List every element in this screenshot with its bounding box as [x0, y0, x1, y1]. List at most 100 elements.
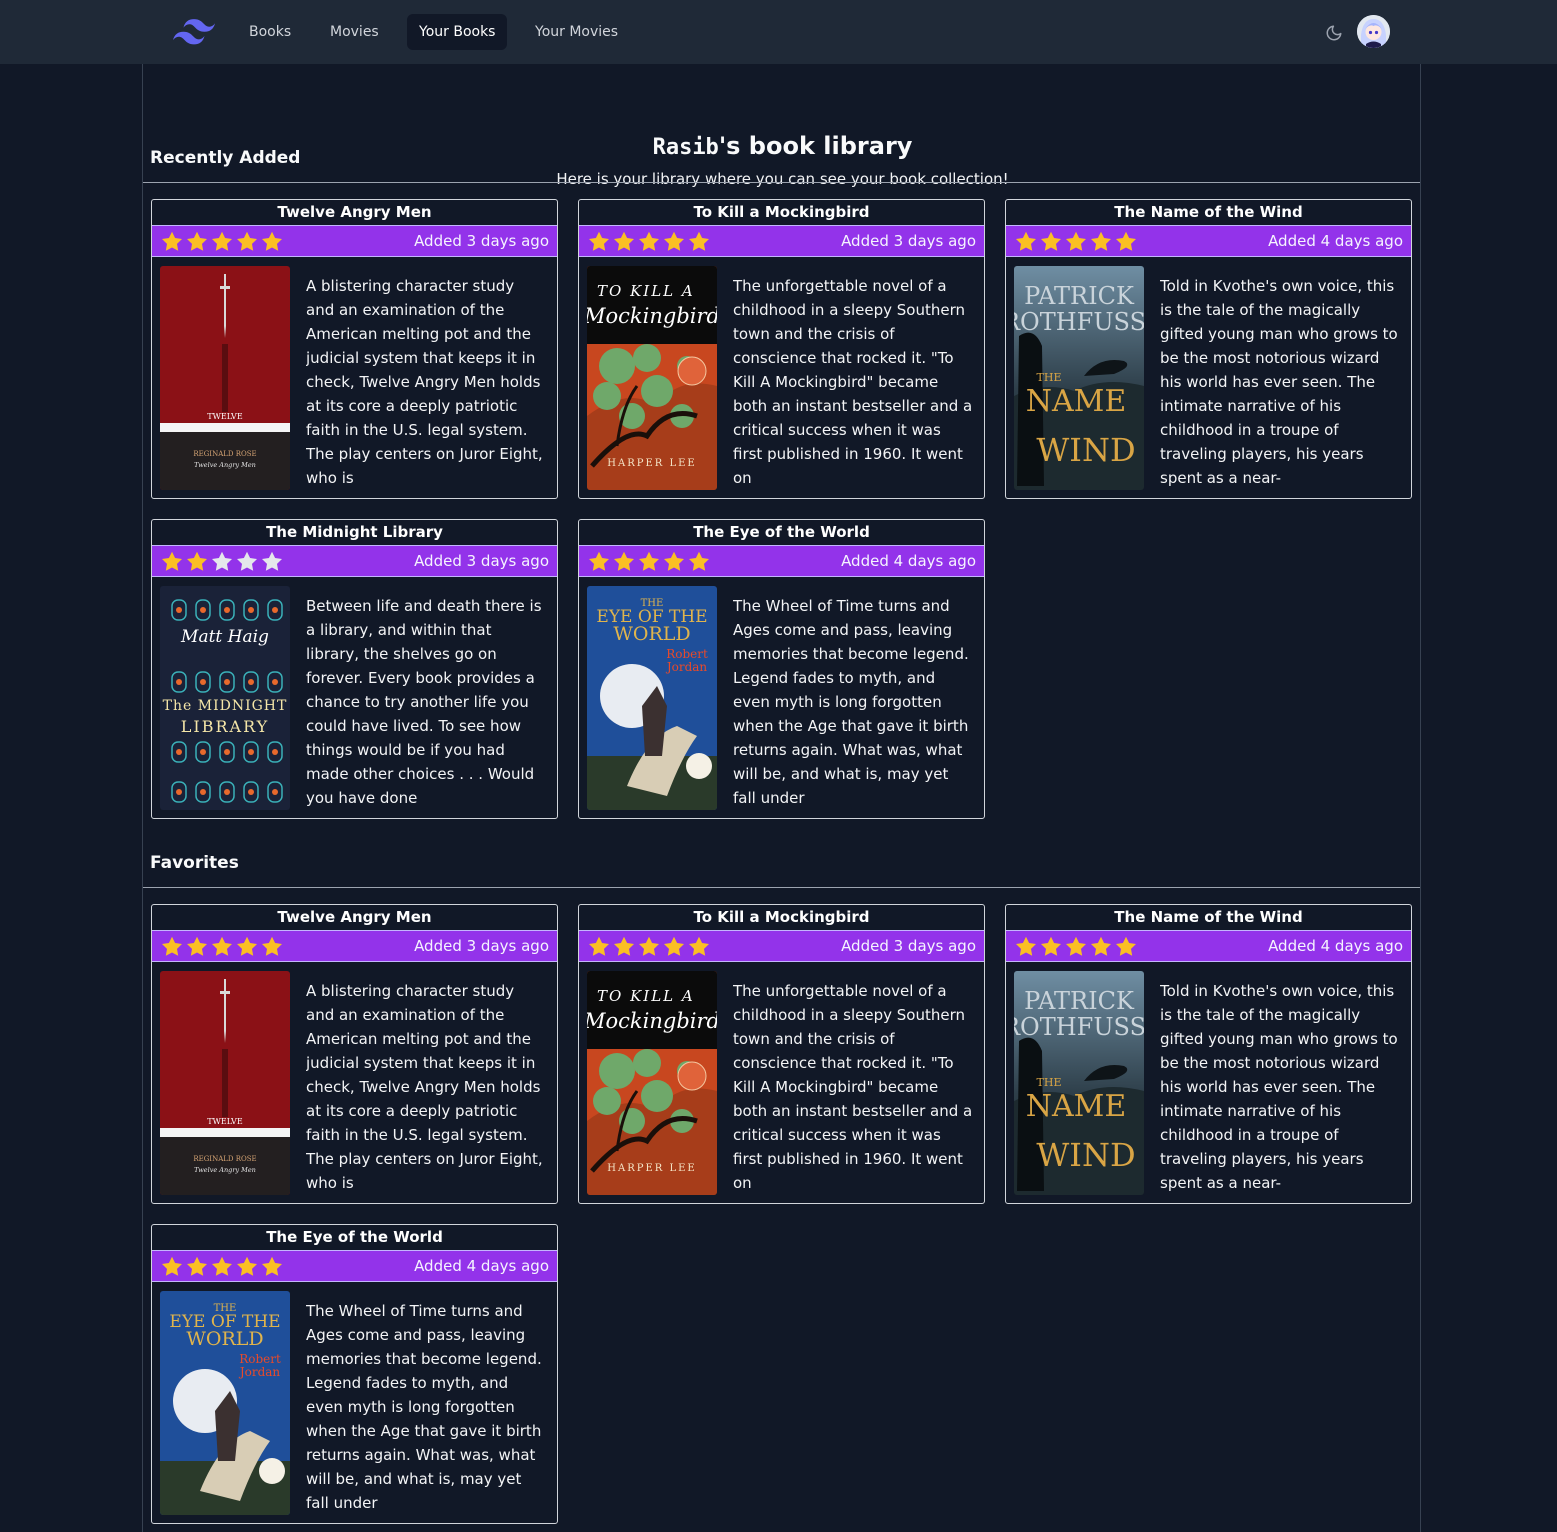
tailwind-logo-icon[interactable]: [173, 19, 215, 45]
nav-link-movies[interactable]: Movies: [318, 14, 391, 50]
book-rating-bar: Added 4 days ago: [1006, 225, 1411, 257]
star-empty-icon: [237, 551, 257, 571]
book-card-twelve-angry-men[interactable]: Twelve Angry Men Added 3 days ago TWELVE…: [151, 904, 558, 1204]
book-cover-image[interactable]: TWELVE REGINALD ROSE Twelve Angry Men: [160, 266, 290, 490]
star-filled-icon: [187, 231, 207, 251]
cover-author-text: Matt Haig: [180, 627, 269, 647]
book-title[interactable]: The Name of the Wind: [1006, 905, 1411, 930]
book-rating-bar: Added 3 days ago: [152, 225, 557, 257]
book-cover-image[interactable]: PATRICK ROTHFUSS THE NAME WIND: [1014, 266, 1144, 490]
book-title[interactable]: Twelve Angry Men: [152, 905, 557, 930]
star-filled-icon: [664, 936, 684, 956]
book-title[interactable]: The Name of the Wind: [1006, 200, 1411, 225]
book-title[interactable]: The Midnight Library: [152, 520, 557, 545]
book-card-the-midnight-library[interactable]: The Midnight Library Added 3 days ago Ma…: [151, 519, 558, 819]
star-rating: [587, 935, 711, 959]
cover-title-text: NAME: [1026, 1089, 1127, 1124]
avatar-image: [1357, 15, 1390, 48]
book-rating-bar: Added 4 days ago: [1006, 930, 1411, 962]
star-rating: [587, 230, 711, 254]
book-description: Told in Kvothe's own voice, this is the …: [1160, 277, 1398, 487]
book-title[interactable]: The Eye of the World: [152, 1225, 557, 1250]
cover-author-text: Robert: [239, 1352, 281, 1366]
book-card-the-eye-of-the-world[interactable]: The Eye of the World Added 4 days ago TH…: [578, 519, 985, 819]
star-filled-icon: [589, 551, 609, 571]
star-filled-icon: [689, 936, 709, 956]
book-cover-image[interactable]: Matt Haig The MIDNIGHT LIBRARY: [160, 586, 290, 810]
cover-author-text: HARPER LEE: [607, 1163, 696, 1174]
book-title[interactable]: The Eye of the World: [579, 520, 984, 545]
book-cover-image[interactable]: THE EYE OF THE WORLD Robert Jordan: [587, 586, 717, 810]
section-divider: [143, 182, 1420, 183]
star-rating: [160, 550, 284, 574]
added-date: Added 3 days ago: [414, 552, 549, 570]
nav-link-your-books[interactable]: Your Books: [407, 14, 508, 50]
star-filled-icon: [162, 551, 182, 571]
star-filled-icon: [187, 1256, 207, 1276]
book-description: A blistering character study and an exam…: [306, 277, 543, 487]
book-title[interactable]: Twelve Angry Men: [152, 200, 557, 225]
star-filled-icon: [639, 551, 659, 571]
cover-author-text: Jordan: [665, 660, 708, 674]
book-rating-bar: Added 3 days ago: [579, 930, 984, 962]
book-title[interactable]: To Kill a Mockingbird: [579, 905, 984, 930]
added-date: Added 4 days ago: [414, 1257, 549, 1275]
added-date: Added 3 days ago: [841, 232, 976, 250]
cover-title-text: THE: [1037, 371, 1062, 384]
book-rating-bar: Added 4 days ago: [152, 1250, 557, 1282]
section-title-recently-added: Recently Added: [150, 148, 301, 168]
star-filled-icon: [1041, 231, 1061, 251]
cover-title-text: LIBRARY: [181, 717, 269, 736]
cover-title-text: WIND: [1036, 1136, 1135, 1174]
cover-title-text: WORLD: [186, 1328, 263, 1350]
star-rating: [1014, 230, 1138, 254]
moon-icon[interactable]: [1325, 24, 1343, 42]
cover-author-text: REGINALD ROSE: [193, 450, 256, 458]
nav-link-books[interactable]: Books: [237, 14, 303, 50]
book-cover-image[interactable]: TO KILL A Mockingbird HARPER LEE: [587, 971, 717, 1195]
added-date: Added 4 days ago: [1268, 232, 1403, 250]
cover-title-text: Mockingbird: [587, 1009, 717, 1033]
cover-title-text: THE: [1037, 1076, 1062, 1089]
star-filled-icon: [1066, 936, 1086, 956]
star-filled-icon: [589, 936, 609, 956]
cover-title-text: WORLD: [613, 623, 690, 645]
cover-author-text: Jordan: [238, 1365, 281, 1379]
cover-title-text: WIND: [1036, 431, 1135, 469]
book-card-twelve-angry-men[interactable]: Twelve Angry Men Added 3 days ago TWELVE…: [151, 199, 558, 499]
user-avatar[interactable]: [1357, 15, 1390, 48]
star-filled-icon: [237, 936, 257, 956]
star-filled-icon: [1116, 231, 1136, 251]
book-cover-image[interactable]: TWELVE REGINALD ROSE Twelve Angry Men: [160, 971, 290, 1195]
book-card-the-eye-of-the-world[interactable]: The Eye of the World Added 4 days ago TH…: [151, 1224, 558, 1524]
star-filled-icon: [262, 1256, 282, 1276]
section-divider: [143, 887, 1420, 888]
star-empty-icon: [262, 551, 282, 571]
book-card-to-kill-a-mockingbird[interactable]: To Kill a Mockingbird Added 3 days ago T…: [578, 199, 985, 499]
star-filled-icon: [1116, 936, 1136, 956]
cover-title-text: TWELVE: [207, 412, 243, 421]
star-filled-icon: [162, 936, 182, 956]
star-empty-icon: [212, 551, 232, 571]
book-description: The unforgettable novel of a childhood i…: [733, 982, 973, 1192]
book-cover-image[interactable]: PATRICK ROTHFUSS THE NAME WIND: [1014, 971, 1144, 1195]
star-filled-icon: [187, 551, 207, 571]
book-cover-image[interactable]: TO KILL A Mockingbird HARPER LEE: [587, 266, 717, 490]
book-description: Told in Kvothe's own voice, this is the …: [1160, 982, 1398, 1192]
page-title: Rasib's book library: [143, 132, 1422, 160]
star-filled-icon: [187, 936, 207, 956]
book-card-the-name-of-the-wind[interactable]: The Name of the Wind Added 4 days ago PA…: [1005, 904, 1412, 1204]
book-card-the-name-of-the-wind[interactable]: The Name of the Wind Added 4 days ago PA…: [1005, 199, 1412, 499]
star-filled-icon: [212, 936, 232, 956]
nav-link-your-movies[interactable]: Your Movies: [523, 14, 630, 50]
cover-author-text: REGINALD ROSE: [193, 1155, 256, 1163]
star-filled-icon: [1016, 936, 1036, 956]
cover-title-text: Mockingbird: [587, 304, 717, 328]
cover-author-text: HARPER LEE: [607, 458, 696, 469]
book-title[interactable]: To Kill a Mockingbird: [579, 200, 984, 225]
star-rating: [1014, 935, 1138, 959]
book-cover-image[interactable]: THE EYE OF THE WORLD Robert Jordan: [160, 1291, 290, 1515]
star-filled-icon: [237, 231, 257, 251]
book-card-to-kill-a-mockingbird[interactable]: To Kill a Mockingbird Added 3 days ago T…: [578, 904, 985, 1204]
star-filled-icon: [589, 231, 609, 251]
